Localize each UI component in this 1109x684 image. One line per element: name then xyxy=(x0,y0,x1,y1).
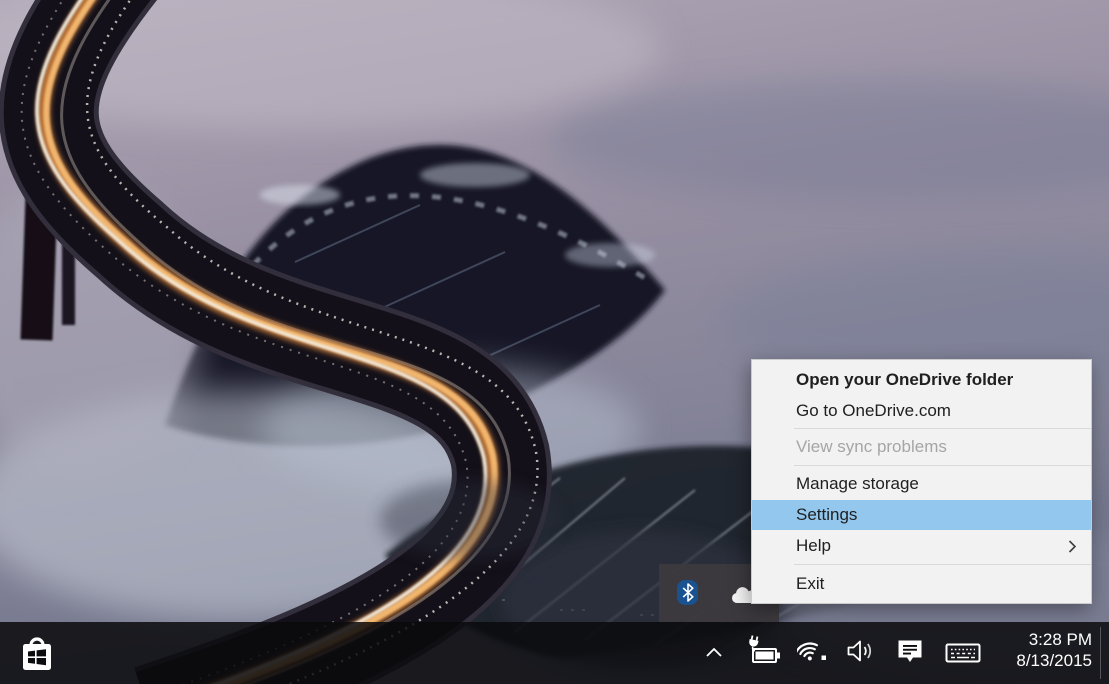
bluetooth-icon[interactable] xyxy=(677,580,698,605)
bluetooth-rune xyxy=(682,583,694,602)
onedrive-context-menu: Open your OneDrive folder Go to OneDrive… xyxy=(751,359,1092,604)
menu-item-label: Go to OneDrive.com xyxy=(796,401,951,420)
menu-item-go-to-onedrive[interactable]: Go to OneDrive.com xyxy=(752,396,1091,426)
menu-item-label: View sync problems xyxy=(796,437,947,456)
menu-item-label: Exit xyxy=(796,573,825,593)
clock-date: 8/13/2015 xyxy=(1016,651,1092,670)
wifi-icon xyxy=(797,642,826,661)
keyboard-icon xyxy=(945,643,981,663)
volume-icon xyxy=(847,640,872,662)
menu-item-label: Help xyxy=(796,536,831,555)
menu-item-label: Open your OneDrive folder xyxy=(796,369,1014,389)
menu-separator xyxy=(794,564,1091,565)
menu-item-exit[interactable]: Exit xyxy=(752,567,1091,600)
menu-item-help[interactable]: Help xyxy=(752,530,1091,562)
chevron-up-icon xyxy=(706,647,722,657)
menu-separator xyxy=(794,465,1091,466)
store-bag-icon xyxy=(23,637,51,670)
microsoft-store-button[interactable] xyxy=(12,628,62,678)
menu-item-view-sync-problems: View sync problems xyxy=(752,431,1091,463)
menu-item-label: Manage storage xyxy=(796,474,919,493)
clock-time: 3:28 PM xyxy=(1028,630,1092,649)
menu-item-open-onedrive-folder[interactable]: Open your OneDrive folder xyxy=(752,363,1091,396)
wifi-tray-button[interactable] xyxy=(796,634,832,666)
action-center-icon xyxy=(898,640,922,662)
clock[interactable]: 3:28 PM 8/13/2015 xyxy=(1016,629,1092,671)
show-desktop-button[interactable] xyxy=(1100,627,1101,679)
chevron-right-icon xyxy=(1068,539,1077,553)
battery-charging-icon xyxy=(749,635,780,663)
taskbar: 3:28 PM 8/13/2015 xyxy=(0,622,1109,684)
battery-tray-button[interactable] xyxy=(742,631,784,671)
action-center-button[interactable] xyxy=(894,635,926,669)
menu-separator xyxy=(794,428,1091,429)
menu-item-manage-storage[interactable]: Manage storage xyxy=(752,468,1091,500)
tray-show-hidden-icons-button[interactable] xyxy=(699,639,729,665)
touch-keyboard-button[interactable] xyxy=(943,639,983,667)
volume-tray-button[interactable] xyxy=(842,636,878,666)
menu-item-settings[interactable]: Settings xyxy=(752,500,1091,530)
menu-item-label: Settings xyxy=(796,505,858,524)
